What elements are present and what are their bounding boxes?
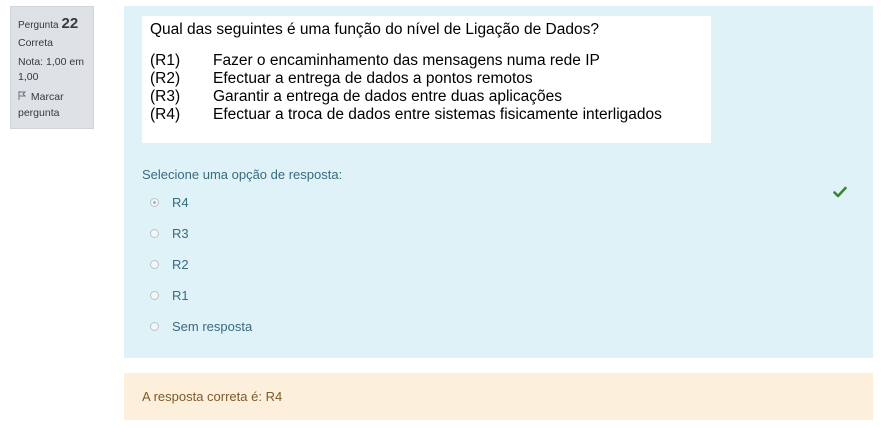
radio-button[interactable] [150, 260, 159, 269]
question-item: (R1) Fazer o encaminhamento das mensagen… [150, 52, 703, 70]
radio-button[interactable] [150, 322, 159, 331]
option-label: R4 [172, 195, 189, 210]
answer-prompt: Selecione uma opção de resposta: [142, 167, 343, 182]
answer-options: R4 R3 R2 R1 Sem resposta [150, 187, 252, 342]
item-text: Efectuar a entrega de dados a pontos rem… [213, 70, 533, 87]
radio-button[interactable] [150, 198, 159, 207]
option-label: R2 [172, 257, 189, 272]
question-item: (R4) Efectuar a troca de dados entre sis… [150, 106, 703, 124]
answer-option-r2[interactable]: R2 [150, 249, 252, 280]
question-content: Qual das seguintes é uma função do nível… [124, 6, 873, 358]
question-number-value: 22 [61, 15, 79, 32]
question-item: (R3) Garantir a entrega de dados entre d… [150, 88, 703, 106]
answer-option-r4[interactable]: R4 [150, 187, 252, 218]
question-info-panel: Pergunta 22 Correta Nota: 1,00 em 1,00 M… [10, 6, 94, 129]
item-code: (R3) [150, 88, 181, 105]
question-label: Pergunta [18, 20, 59, 31]
item-text: Garantir a entrega de dados entre duas a… [213, 88, 562, 105]
check-icon [833, 186, 847, 198]
answer-option-no-answer[interactable]: Sem resposta [150, 311, 252, 342]
item-code: (R1) [150, 52, 181, 69]
question-text: Qual das seguintes é uma função do nível… [150, 21, 599, 38]
item-code: (R4) [150, 106, 181, 123]
item-code: (R2) [150, 70, 181, 87]
correct-answer-feedback: A resposta correta é: R4 [124, 373, 873, 420]
flag-icon [18, 90, 28, 105]
radio-button[interactable] [150, 229, 159, 238]
answer-option-r1[interactable]: R1 [150, 280, 252, 311]
question-state: Correta [18, 36, 54, 49]
radio-button[interactable] [150, 291, 159, 300]
option-label: R1 [172, 288, 189, 303]
option-label: R3 [172, 226, 189, 241]
feedback-text: A resposta correta é: R4 [142, 389, 283, 404]
item-text: Fazer o encaminhamento das mensagens num… [213, 52, 600, 69]
option-label: Sem resposta [172, 319, 253, 334]
question-grade: Nota: 1,00 em 1,00 [18, 55, 84, 84]
flag-question-link[interactable]: Marcar pergunta [18, 90, 86, 120]
question-image: Qual das seguintes é uma função do nível… [142, 16, 711, 143]
answer-option-r3[interactable]: R3 [150, 218, 252, 249]
item-text: Efectuar a troca de dados entre sistemas… [213, 106, 662, 123]
question-number: Pergunta 22 [18, 13, 86, 35]
question-item: (R2) Efectuar a entrega de dados a ponto… [150, 70, 703, 88]
